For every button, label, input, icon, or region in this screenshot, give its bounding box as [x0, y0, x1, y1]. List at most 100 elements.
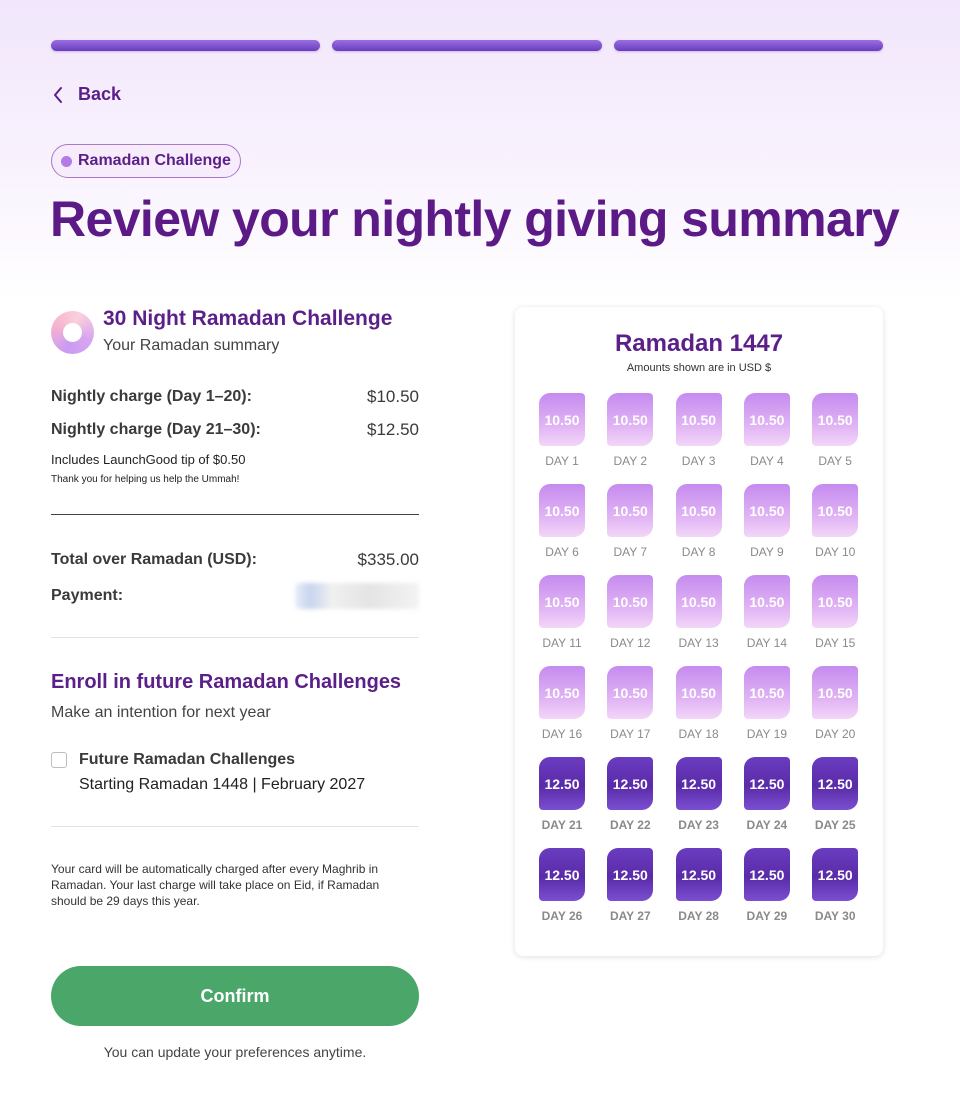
- nightly-charge-1-label: Nightly charge (Day 1–20):: [51, 388, 252, 405]
- calendar-units-note: Amounts shown are in USD $: [626, 362, 772, 374]
- day-label: DAY 9: [750, 545, 784, 559]
- calendar-day: 12.50 DAY 25: [812, 757, 859, 848]
- day-label: DAY 26: [541, 909, 583, 923]
- day-amount-tile: 10.50: [607, 393, 654, 446]
- payment-method-redacted: [295, 583, 419, 609]
- calendar-day: 10.50 DAY 19: [743, 666, 790, 757]
- calendar-day: 10.50 DAY 9: [743, 484, 790, 575]
- day-amount-tile: 10.50: [812, 393, 859, 446]
- day-label: DAY 23: [678, 818, 719, 832]
- day-label: DAY 5: [818, 454, 852, 468]
- page-title: Review your nightly giving summary: [50, 191, 900, 247]
- day-label: DAY 11: [542, 636, 582, 650]
- tip-note: Includes LaunchGood tip of $0.50: [51, 452, 246, 467]
- day-amount-tile: 12.50: [539, 757, 585, 810]
- calendar-day: 12.50 DAY 23: [675, 757, 722, 848]
- calendar-day: 10.50 DAY 17: [607, 666, 654, 757]
- enroll-subtitle: Make an intention for next year: [51, 704, 271, 721]
- day-label: DAY 22: [609, 818, 651, 832]
- day-amount-tile: 12.50: [607, 848, 654, 901]
- nightly-charge-2-value: $12.50: [367, 420, 419, 439]
- day-label: DAY 4: [750, 454, 784, 468]
- calendar-day: 10.50 DAY 12: [607, 575, 654, 666]
- calendar-day: 12.50 DAY 24: [743, 757, 790, 848]
- day-label: DAY 8: [681, 545, 716, 559]
- challenge-ring-icon: [51, 311, 94, 354]
- day-label: DAY 13: [678, 636, 719, 650]
- calendar-day: 10.50 DAY 7: [607, 484, 654, 575]
- back-button[interactable]: Back: [52, 84, 121, 105]
- divider: [51, 826, 419, 827]
- summary-panel: 30 Night Ramadan Challenge Your Ramadan …: [51, 306, 419, 909]
- calendar-day: 12.50 DAY 30: [812, 848, 859, 939]
- calendar-day: 10.50 DAY 20: [812, 666, 859, 757]
- calendar-day: 12.50 DAY 28: [675, 848, 722, 939]
- calendar-day: 12.50 DAY 22: [607, 757, 654, 848]
- total-value: $335.00: [357, 550, 419, 569]
- day-amount-tile: 10.50: [539, 666, 585, 719]
- day-amount-tile: 10.50: [812, 484, 859, 537]
- calendar-day: 12.50 DAY 26: [539, 848, 585, 939]
- day-label: DAY 2: [613, 454, 648, 468]
- total-label: Total over Ramadan (USD):: [51, 551, 257, 568]
- calendar-day: 10.50 DAY 8: [675, 484, 722, 575]
- day-label: DAY 3: [681, 454, 716, 468]
- future-challenges-option[interactable]: Future Ramadan Challenges Starting Ramad…: [51, 751, 419, 794]
- day-label: DAY 24: [746, 818, 788, 832]
- calendar-day: 10.50 DAY 4: [743, 393, 790, 484]
- divider: [51, 637, 419, 638]
- day-label: DAY 12: [610, 636, 651, 650]
- calendar-day: 10.50 DAY 3: [675, 393, 722, 484]
- calendar-day: 10.50 DAY 10: [812, 484, 859, 575]
- day-amount-tile: 10.50: [607, 666, 654, 719]
- day-label: DAY 14: [746, 636, 788, 650]
- day-amount-tile: 10.50: [607, 484, 654, 537]
- badge-dot-icon: [61, 155, 72, 167]
- thanks-note: Thank you for helping us help the Ummah!: [51, 474, 240, 485]
- day-amount-tile: 12.50: [812, 757, 859, 810]
- divider: [51, 514, 419, 515]
- progress-bar: [51, 40, 883, 51]
- day-amount-tile: 12.50: [743, 848, 790, 901]
- calendar-title: Ramadan 1447: [614, 330, 784, 357]
- calendar-day: 10.50 DAY 13: [675, 575, 722, 666]
- calendar-day: 10.50 DAY 16: [539, 666, 585, 757]
- day-label: DAY 25: [814, 818, 856, 832]
- progress-step-2: [332, 40, 602, 51]
- day-amount-tile: 10.50: [675, 393, 722, 446]
- day-amount-tile: 10.50: [675, 666, 722, 719]
- auto-charge-notice: Your card will be automatically charged …: [51, 862, 380, 908]
- payment-row: Payment:: [51, 583, 419, 609]
- day-label: DAY 6: [545, 545, 579, 559]
- day-label: DAY 7: [613, 545, 648, 559]
- calendar-day: 10.50 DAY 5: [812, 393, 859, 484]
- calendar-day: 12.50 DAY 21: [539, 757, 585, 848]
- calendar-day: 10.50 DAY 18: [675, 666, 722, 757]
- day-amount-tile: 10.50: [812, 666, 859, 719]
- day-amount-tile: 10.50: [675, 575, 722, 628]
- summary-subtitle: Your Ramadan summary: [103, 337, 280, 354]
- progress-step-3: [613, 40, 883, 51]
- day-amount-tile: 10.50: [743, 484, 790, 537]
- nightly-charge-2-label: Nightly charge (Day 21–30):: [51, 421, 261, 438]
- day-amount-tile: 12.50: [607, 757, 654, 810]
- day-amount-tile: 10.50: [675, 484, 722, 537]
- chevron-left-icon: [54, 86, 62, 103]
- day-label: DAY 30: [814, 909, 856, 923]
- day-label: DAY 29: [746, 909, 788, 923]
- calendar-day: 10.50 DAY 2: [607, 393, 654, 484]
- day-amount-tile: 12.50: [539, 848, 585, 901]
- calendar-grid: 10.50 DAY 1 10.50 DAY 2 10.50 DAY 3 10.50 DAY 4…: [539, 393, 883, 939]
- day-label: DAY 16: [541, 727, 583, 741]
- ramadan-calendar-card: Ramadan 1447 Amounts shown are in USD $ …: [515, 307, 883, 956]
- badge-label: Ramadan Challenge: [78, 152, 231, 169]
- nightly-charge-row-1: Nightly charge (Day 1–20): $10.50: [51, 387, 419, 407]
- day-label: DAY 27: [609, 909, 651, 923]
- category-badge: Ramadan Challenge: [51, 144, 241, 178]
- future-challenges-checkbox[interactable]: [51, 752, 67, 768]
- enroll-title: Enroll in future Ramadan Challenges: [51, 671, 402, 693]
- calendar-day: 10.50 DAY 6: [539, 484, 585, 575]
- confirm-button[interactable]: Confirm: [51, 966, 419, 1026]
- day-amount-tile: 12.50: [675, 757, 722, 810]
- day-label: DAY 19: [746, 727, 788, 741]
